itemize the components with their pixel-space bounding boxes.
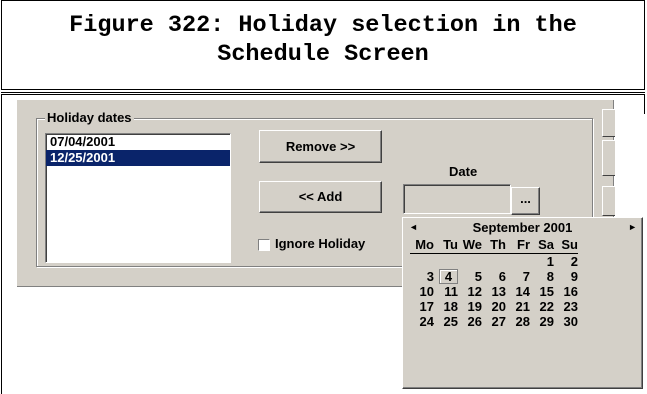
calendar-day[interactable]: 13	[482, 284, 506, 299]
caption-line-2: Schedule Screen	[217, 41, 429, 68]
calendar-day[interactable]: 6	[482, 269, 506, 284]
calendar-day[interactable]: 14	[506, 284, 530, 299]
calendar-empty-cell	[482, 254, 506, 270]
date-label: Date	[449, 164, 478, 179]
weekday-header: Sa	[530, 237, 554, 254]
holiday-list-item[interactable]: 12/25/2001	[46, 150, 230, 166]
table-border-right	[644, 94, 645, 114]
ignore-holiday-label[interactable]: Ignore Holiday	[275, 236, 365, 251]
date-picker-button[interactable]: ...	[511, 187, 540, 215]
calendar-day[interactable]: 3	[410, 269, 434, 284]
caption-line-1: Figure 322: Holiday selection in the	[69, 12, 577, 39]
calendar-day[interactable]: 19	[458, 299, 482, 314]
weekday-header: We	[458, 237, 482, 254]
calendar-week-row: 3456789	[410, 269, 578, 284]
calendar-empty-cell	[410, 254, 434, 270]
remove-button[interactable]: Remove >>	[259, 130, 382, 163]
calendar-day[interactable]: 10	[410, 284, 434, 299]
calendar-day[interactable]: 8	[530, 269, 554, 284]
calendar-day[interactable]: 21	[506, 299, 530, 314]
figure-caption: Figure 322: Holiday selection in the Sch…	[2, 11, 644, 69]
calendar-day[interactable]: 26	[458, 314, 482, 329]
calendar-day[interactable]: 2	[554, 254, 578, 270]
calendar-day[interactable]: 5	[458, 269, 482, 284]
calendar-week-row: 10 11 12 13 14 15 16	[410, 284, 578, 299]
calendar-day[interactable]: 25	[434, 314, 458, 329]
calendar-day[interactable]: 15	[530, 284, 554, 299]
calendar-day[interactable]: 23	[554, 299, 578, 314]
calendar-day[interactable]: 30	[554, 314, 578, 329]
calendar-today-marker[interactable]: 4	[439, 269, 458, 284]
weekday-header: Tu	[434, 237, 458, 254]
calendar-week-row: 24 25 26 27 28 29 30	[410, 314, 578, 329]
table-border-left	[1, 94, 2, 394]
holiday-dates-group-label: Holiday dates	[45, 110, 134, 126]
right-edge-button-3[interactable]	[602, 186, 615, 216]
right-edge-button-1[interactable]	[602, 109, 615, 137]
calendar-month-label: September 2001	[472, 220, 573, 235]
calendar-empty-cell	[434, 254, 458, 270]
weekday-header: Su	[554, 237, 578, 254]
calendar-day[interactable]: 7	[506, 269, 530, 284]
calendar-grid: Mo Tu We Th Fr Sa Su 1 2 3 4 5 6 7 8 9 10 11 12 13 14 15 16 17…	[410, 237, 578, 329]
weekday-header: Fr	[506, 237, 530, 254]
weekday-header: Th	[482, 237, 506, 254]
calendar-day[interactable]: 22	[530, 299, 554, 314]
ignore-holiday-checkbox[interactable]	[258, 239, 270, 251]
calendar-day[interactable]: 1	[530, 254, 554, 270]
calendar-day[interactable]: 20	[482, 299, 506, 314]
caption-divider	[1, 92, 645, 95]
calendar-day[interactable]: 11	[434, 284, 458, 299]
add-button[interactable]: << Add	[259, 181, 382, 213]
calendar-day[interactable]: 29	[530, 314, 554, 329]
weekday-header: Mo	[410, 237, 434, 254]
figure-caption-box: Figure 322: Holiday selection in the Sch…	[1, 0, 645, 90]
calendar-day[interactable]: 17	[410, 299, 434, 314]
date-input[interactable]	[403, 184, 511, 214]
calendar-day[interactable]: 4	[434, 269, 458, 284]
calendar-day[interactable]: 24	[410, 314, 434, 329]
calendar-week-row: 12	[410, 254, 578, 270]
holiday-dates-list[interactable]: 07/04/2001 12/25/2001	[45, 133, 231, 263]
calendar-day[interactable]: 12	[458, 284, 482, 299]
calendar-empty-cell	[506, 254, 530, 270]
calendar-empty-cell	[458, 254, 482, 270]
holiday-list-item[interactable]: 07/04/2001	[46, 134, 230, 150]
calendar-week-row: 17 18 19 20 21 22 23	[410, 299, 578, 314]
right-edge-button-2[interactable]	[602, 140, 615, 176]
calendar-day[interactable]: 16	[554, 284, 578, 299]
next-month-icon[interactable]: ►	[628, 222, 637, 232]
calendar-day[interactable]: 18	[434, 299, 458, 314]
calendar-day[interactable]: 27	[482, 314, 506, 329]
calendar-day[interactable]: 28	[506, 314, 530, 329]
calendar-day[interactable]: 9	[554, 269, 578, 284]
calendar-popup: ◄ September 2001 ► Mo Tu We Th Fr Sa Su 123456…	[402, 217, 643, 389]
